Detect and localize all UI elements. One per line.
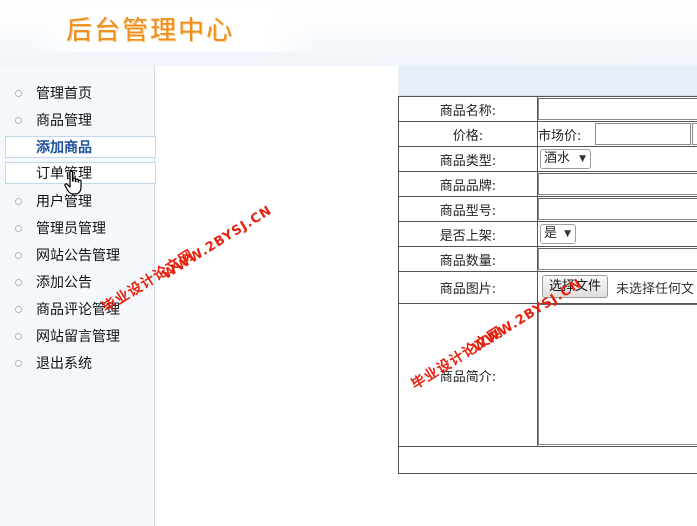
sidebar-item-home[interactable]: 管理首页 bbox=[0, 83, 155, 105]
form-row-quantity: 商品数量: bbox=[399, 247, 697, 272]
file-status-text: 未选择任何文 bbox=[616, 282, 695, 297]
product-model-input[interactable] bbox=[538, 198, 697, 220]
product-type-value: 酒水 bbox=[544, 151, 571, 166]
header-banner: 后台管理中心 bbox=[0, 0, 697, 66]
price-label: 价格: bbox=[399, 122, 538, 146]
bullet-icon bbox=[15, 225, 22, 232]
form-cell bbox=[538, 304, 697, 446]
bullet-icon bbox=[15, 360, 22, 367]
form-cell bbox=[538, 247, 697, 271]
form-cell: 是 ▼ bbox=[538, 222, 697, 246]
product-type-select[interactable]: 酒水 ▼ bbox=[540, 149, 591, 169]
product-model-label: 商品型号: bbox=[399, 197, 538, 221]
on-shelf-value: 是 bbox=[544, 226, 558, 241]
form-row-model: 商品型号: bbox=[399, 197, 697, 222]
market-price-input[interactable] bbox=[595, 123, 691, 145]
product-intro-textarea[interactable] bbox=[538, 304, 697, 445]
form-cell bbox=[538, 97, 697, 121]
watermark-url: WWW.2BYSJ.CN bbox=[160, 203, 275, 283]
member-price-input[interactable] bbox=[692, 123, 697, 145]
content-header-bar bbox=[398, 66, 697, 96]
form-cell: 市场价: bbox=[538, 122, 697, 146]
product-image-label: 商品图片: bbox=[399, 272, 538, 303]
market-price-label: 市场价: bbox=[538, 129, 582, 144]
bullet-icon bbox=[15, 90, 22, 97]
sidebar-item-label: 商品管理 bbox=[36, 113, 92, 129]
on-shelf-label: 是否上架: bbox=[399, 222, 538, 246]
bullet-icon bbox=[15, 333, 22, 340]
product-quantity-input[interactable] bbox=[538, 248, 697, 270]
sidebar-item-logout[interactable]: 退出系统 bbox=[0, 353, 155, 375]
sidebar-item-label: 网站留言管理 bbox=[36, 329, 120, 345]
bullet-icon bbox=[15, 117, 22, 124]
sidebar-item-label: 退出系统 bbox=[36, 356, 92, 372]
form-row-type: 商品类型: 酒水 ▼ bbox=[399, 147, 697, 172]
sidebar-item-label: 添加公告 bbox=[36, 275, 92, 291]
sidebar-item-product-management[interactable]: 商品管理 bbox=[0, 110, 155, 132]
dropdown-arrow-icon: ▼ bbox=[579, 154, 586, 164]
form-row-brand: 商品品牌: bbox=[399, 172, 697, 197]
form-cell bbox=[538, 172, 697, 196]
product-brand-input[interactable] bbox=[538, 173, 697, 195]
sidebar-item-label: 添加商品 bbox=[36, 140, 92, 156]
on-shelf-select[interactable]: 是 ▼ bbox=[540, 224, 576, 244]
sidebar-item-announcement-management[interactable]: 网站公告管理 bbox=[0, 245, 155, 267]
form-row-submit bbox=[399, 447, 697, 473]
sidebar-item-label: 管理首页 bbox=[36, 86, 92, 102]
add-product-form: 商品名称: 价格: 市场价: 商品类型: 酒水 ▼ 商品品牌: 商品型号: 是否… bbox=[398, 96, 697, 474]
form-row-on-shelf: 是否上架: 是 ▼ bbox=[399, 222, 697, 247]
product-brand-label: 商品品牌: bbox=[399, 172, 538, 196]
sidebar-item-admin-management[interactable]: 管理员管理 bbox=[0, 218, 155, 240]
sidebar-item-message-management[interactable]: 网站留言管理 bbox=[0, 326, 155, 348]
sidebar-item-add-product[interactable]: 添加商品 bbox=[5, 136, 156, 158]
bullet-icon bbox=[15, 198, 22, 205]
form-cell: 酒水 ▼ bbox=[538, 147, 697, 171]
page-title: 后台管理中心 bbox=[66, 16, 235, 46]
product-type-label: 商品类型: bbox=[399, 147, 538, 171]
form-cell bbox=[538, 197, 697, 221]
product-quantity-label: 商品数量: bbox=[399, 247, 538, 271]
sidebar-item-label: 管理员管理 bbox=[36, 221, 106, 237]
bullet-icon bbox=[15, 306, 22, 313]
hand-cursor-icon bbox=[64, 170, 82, 195]
dropdown-arrow-icon: ▼ bbox=[564, 229, 571, 239]
product-name-input[interactable] bbox=[538, 98, 697, 120]
bullet-icon bbox=[15, 279, 22, 286]
form-row-price: 价格: 市场价: bbox=[399, 122, 697, 147]
bullet-icon bbox=[15, 252, 22, 259]
sidebar-item-label: 网站公告管理 bbox=[36, 248, 120, 264]
form-row-name: 商品名称: bbox=[399, 97, 697, 122]
product-name-label: 商品名称: bbox=[399, 97, 538, 121]
